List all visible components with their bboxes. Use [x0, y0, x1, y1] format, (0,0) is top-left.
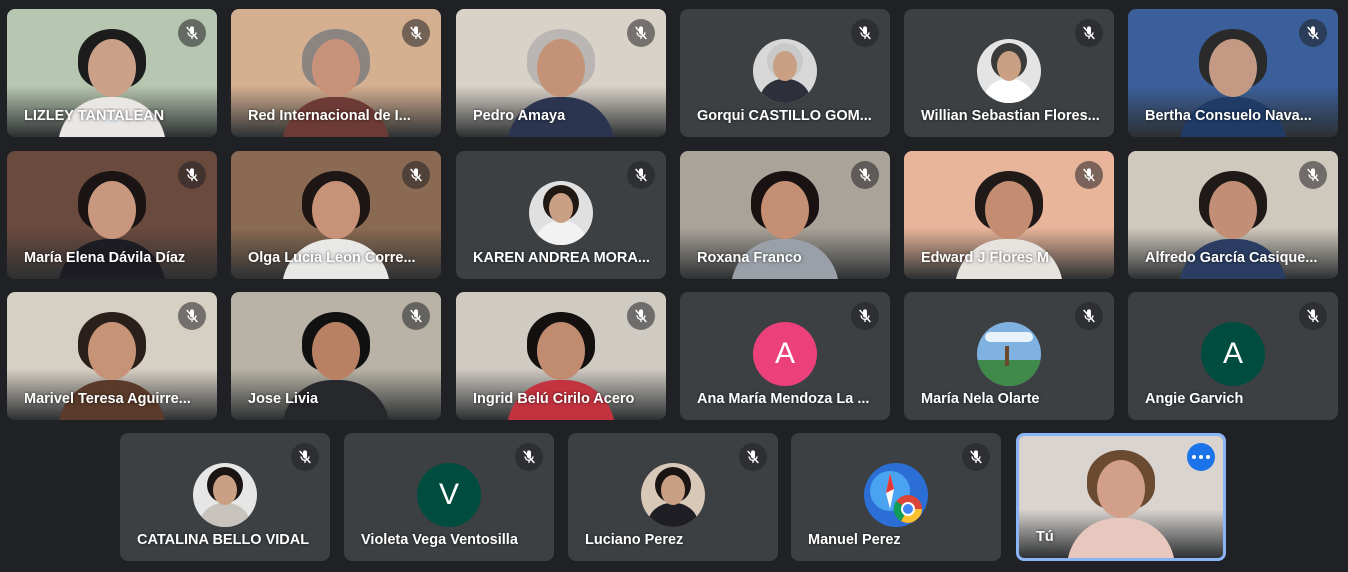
participant-tile[interactable]: Ingrid Belú Cirilo Acero	[456, 292, 666, 420]
mic-off-icon	[851, 161, 879, 189]
mic-off-icon	[851, 19, 879, 47]
mic-off-icon	[1299, 302, 1327, 330]
participant-tile[interactable]: Marivel Teresa Aguirre...	[7, 292, 217, 420]
mic-off-icon	[402, 161, 430, 189]
mic-off-icon	[402, 19, 430, 47]
participant-name: Olga Lucia Leon Corre...	[248, 250, 416, 266]
participant-tile[interactable]: Olga Lucia Leon Corre...	[231, 151, 441, 279]
participant-name: Tú	[1036, 529, 1054, 545]
mic-off-icon	[402, 302, 430, 330]
participant-tile[interactable]: Jose Livia	[231, 292, 441, 420]
mic-off-icon	[291, 443, 319, 471]
mic-off-icon	[627, 19, 655, 47]
participant-name: LIZLEY TANTALEAN	[24, 108, 165, 124]
mic-off-icon	[178, 161, 206, 189]
mic-off-icon	[1075, 19, 1103, 47]
mic-off-icon	[851, 302, 879, 330]
more-options-icon[interactable]	[1187, 443, 1215, 471]
participant-name: Gorqui CASTILLO GOM...	[697, 108, 872, 124]
participant-tile[interactable]: María Elena Dávila Díaz	[7, 151, 217, 279]
participant-tile[interactable]: Gorqui CASTILLO GOM...	[680, 9, 890, 137]
participant-avatar	[977, 322, 1041, 386]
participant-tile[interactable]: KAREN ANDREA MORA...	[456, 151, 666, 279]
participant-name: Ana María Mendoza La ...	[697, 391, 870, 407]
participant-name: Edward J Flores M	[921, 250, 1050, 266]
participant-name: Violeta Vega Ventosilla	[361, 532, 518, 548]
participant-name: Ingrid Belú Cirilo Acero	[473, 391, 635, 407]
mic-off-icon	[1299, 161, 1327, 189]
participant-tile[interactable]: V Violeta Vega Ventosilla	[344, 433, 554, 561]
participant-tile[interactable]: Manuel Perez	[791, 433, 1001, 561]
participant-tile[interactable]: Willian Sebastian Flores...	[904, 9, 1114, 137]
participant-tile[interactable]: A Angie Garvich	[1128, 292, 1338, 420]
mic-off-icon	[962, 443, 990, 471]
participant-name: Angie Garvich	[1145, 391, 1244, 407]
participant-tile[interactable]: Pedro Amaya	[456, 9, 666, 137]
participant-name: Willian Sebastian Flores...	[921, 108, 1100, 124]
participant-tile[interactable]: A Ana María Mendoza La ...	[680, 292, 890, 420]
participant-tile[interactable]: María Nela Olarte	[904, 292, 1114, 420]
participant-avatar	[641, 463, 705, 527]
mic-off-icon	[627, 302, 655, 330]
participant-name: CATALINA BELLO VIDAL	[137, 532, 310, 548]
participant-name: Bertha Consuelo Nava...	[1145, 108, 1312, 124]
mic-off-icon	[627, 161, 655, 189]
participant-name: Roxana Franco	[697, 250, 802, 266]
participant-tile[interactable]: Luciano Perez	[568, 433, 778, 561]
participant-avatar: A	[1201, 322, 1265, 386]
participant-avatar	[977, 39, 1041, 103]
participant-tile[interactable]: Bertha Consuelo Nava...	[1128, 9, 1338, 137]
participant-tile[interactable]: XSplit LIZLEY TANTALEAN	[7, 9, 217, 137]
mic-off-icon	[515, 443, 543, 471]
mic-off-icon	[1075, 161, 1103, 189]
participant-avatar	[193, 463, 257, 527]
mic-off-icon	[1075, 302, 1103, 330]
mic-off-icon	[178, 302, 206, 330]
participant-tile[interactable]: Alfredo García Casique...	[1128, 151, 1338, 279]
participant-tile[interactable]: Red Internacional de I...	[231, 9, 441, 137]
participant-name: Pedro Amaya	[473, 108, 566, 124]
mic-off-icon	[739, 443, 767, 471]
participant-avatar	[864, 463, 928, 527]
participant-name: María Nela Olarte	[921, 391, 1040, 407]
mic-off-icon	[178, 19, 206, 47]
participant-name: KAREN ANDREA MORA...	[473, 250, 650, 266]
participant-name: Red Internacional de I...	[248, 108, 411, 124]
participant-name: Marivel Teresa Aguirre...	[24, 391, 191, 407]
participant-name: Luciano Perez	[585, 532, 684, 548]
participant-avatar: A	[753, 322, 817, 386]
participant-tile[interactable]: Roxana Franco	[680, 151, 890, 279]
participant-avatar: V	[417, 463, 481, 527]
self-video-tile[interactable]: Tú	[1016, 433, 1226, 561]
participant-name: Manuel Perez	[808, 532, 901, 548]
participant-tile[interactable]: Edward J Flores M	[904, 151, 1114, 279]
participant-avatar	[753, 39, 817, 103]
participant-avatar	[529, 181, 593, 245]
participant-name: Alfredo García Casique...	[1145, 250, 1318, 266]
participant-tile[interactable]: CATALINA BELLO VIDAL	[120, 433, 330, 561]
participant-name: Jose Livia	[248, 391, 319, 407]
mic-off-icon	[1299, 19, 1327, 47]
participant-name: María Elena Dávila Díaz	[24, 250, 186, 266]
